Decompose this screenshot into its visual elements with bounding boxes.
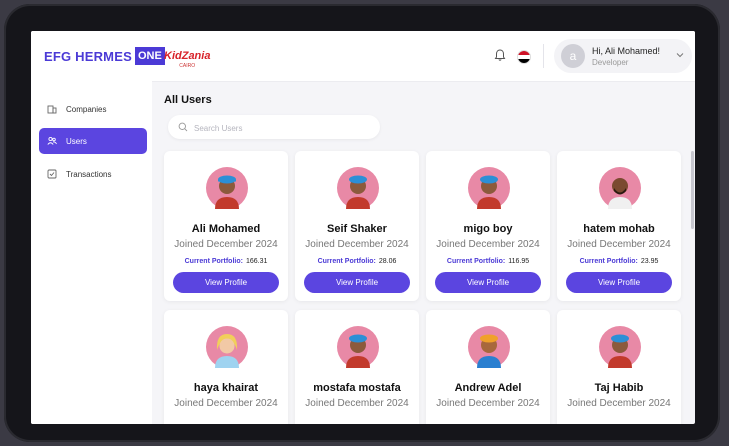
user-name: Seif Shaker [327,223,387,235]
user-card: migo boy Joined December 2024 Current Po… [426,151,550,301]
user-card: Andrew Adel Joined December 2024 [426,310,550,424]
user-joined: Joined December 2024 [174,398,278,409]
portfolio-value: 116.95 [508,258,530,265]
user-name: Hi, Ali Mohamed! [592,46,661,56]
user-portfolio: Current Portfolio: 166.31 [164,258,288,265]
sidebar-item-companies[interactable]: Companies [39,96,147,122]
partner-logo-text: KidZania [164,50,211,62]
user-card: Taj Habib Joined December 2024 [557,310,681,424]
search-box[interactable] [168,115,380,139]
user-name: mostafa mostafa [313,382,401,394]
user-portfolio: Current Portfolio: 28.06 [295,258,419,265]
portfolio-label: Current Portfolio: [184,258,243,265]
avatar [468,326,510,368]
app-screen: EFG HERMES ONE KidZania CAIRO a Hi, Ali … [31,31,695,424]
brand-logo[interactable]: EFG HERMES ONE [44,47,165,65]
sidebar-item-label: Companies [66,104,107,114]
tablet-frame: EFG HERMES ONE KidZania CAIRO a Hi, Ali … [4,4,720,442]
portfolio-label: Current Portfolio: [579,258,638,265]
sidebar-item-transactions[interactable]: Transactions [39,161,147,187]
user-name: hatem mohab [583,223,655,235]
user-portfolio: Current Portfolio: 116.95 [426,258,550,265]
user-joined: Joined December 2024 [436,239,540,250]
egypt-flag-icon[interactable] [517,50,531,64]
user-joined: Joined December 2024 [174,239,278,250]
user-menu[interactable]: a Hi, Ali Mohamed! Developer [554,39,692,73]
sidebar-item-label: Users [66,136,87,146]
user-name: haya khairat [193,382,259,394]
user-card: haya khairat Joined December 2024 [164,310,288,424]
view-profile-button[interactable]: View Profile [173,272,279,293]
sidebar-item-users[interactable]: Users [39,128,147,154]
transactions-icon [47,169,57,179]
user-role: Developer [592,58,629,67]
brand-text: EFG HERMES [44,48,132,64]
user-name: migo boy [463,223,513,235]
user-name: Andrew Adel [454,382,522,394]
bell-icon[interactable] [493,48,507,62]
view-profile-button[interactable]: View Profile [435,272,541,293]
user-joined: Joined December 2024 [305,239,409,250]
scrollbar[interactable] [691,151,694,229]
avatar [337,326,379,368]
sidebar-item-label: Transactions [66,169,112,179]
view-profile-button[interactable]: View Profile [304,272,410,293]
user-joined: Joined December 2024 [567,239,671,250]
user-portfolio: Current Portfolio: 23.95 [557,258,681,265]
page-title: All Users [164,94,212,106]
avatar [468,167,510,209]
portfolio-value: 166.31 [245,258,268,265]
user-name: Ali Mohamed [191,223,261,235]
user-joined: Joined December 2024 [436,398,540,409]
user-card: Seif Shaker Joined December 2024 Current… [295,151,419,301]
avatar [206,167,248,209]
portfolio-label: Current Portfolio: [446,258,506,265]
search-icon [178,122,188,132]
partner-logo: KidZania CAIRO [164,46,210,69]
avatar [206,326,248,368]
user-joined: Joined December 2024 [567,398,671,409]
view-profile-button[interactable]: View Profile [566,272,672,293]
portfolio-label: Current Portfolio: [317,258,376,265]
chevron-down-icon [676,53,684,58]
building-icon [47,105,57,114]
top-header: EFG HERMES ONE KidZania CAIRO a Hi, Ali … [31,31,695,82]
user-name: Taj Habib [594,382,644,394]
portfolio-value: 28.06 [378,258,397,265]
user-card: hatem mohab Joined December 2024 Current… [557,151,681,301]
user-joined: Joined December 2024 [305,398,409,409]
avatar [337,167,379,209]
brand-suffix: ONE [134,47,165,65]
user-card: mostafa mostafa Joined December 2024 [295,310,419,424]
header-divider [543,44,544,68]
portfolio-value: 23.95 [640,258,659,265]
user-card: Ali Mohamed Joined December 2024 Current… [164,151,288,301]
partner-logo-sub: CAIRO [179,63,196,69]
avatar [599,167,641,209]
sidebar: Companies Users Transactions [31,81,152,424]
avatar [599,326,641,368]
search-input[interactable] [192,119,376,137]
users-icon [47,136,57,145]
avatar: a [561,44,585,68]
